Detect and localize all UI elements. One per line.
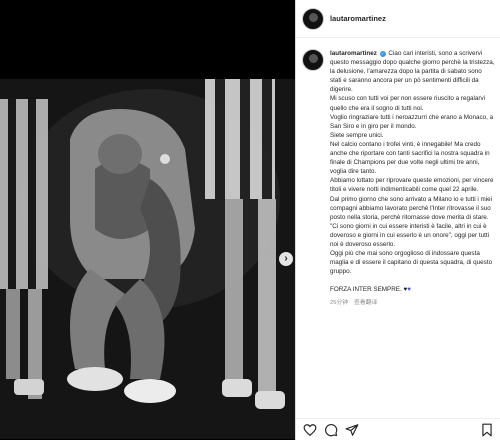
- author-username[interactable]: lautaromartinez: [330, 14, 386, 23]
- caption-closing-line: FORZA INTER SEMPRE. ♥♥: [330, 285, 495, 294]
- see-translation-link[interactable]: 查看翻译: [354, 300, 377, 306]
- paper-plane-icon[interactable]: [345, 423, 359, 437]
- caption-line-4: Nel calcio contano i trofei vinti, è inn…: [330, 140, 490, 176]
- photo-illustration: [0, 79, 295, 439]
- heart-icon[interactable]: [303, 423, 317, 437]
- caption-avatar[interactable]: [302, 49, 324, 71]
- caption-line-6: Dal primo giorno che sono arrivato a Mil…: [330, 195, 493, 221]
- comment-icon[interactable]: [324, 423, 338, 437]
- post-timestamp: 25分钟: [330, 300, 349, 307]
- caption-line-5: Abbiamo lottato per riprovare queste emo…: [330, 177, 494, 194]
- author-avatar[interactable]: [302, 7, 324, 30]
- hearts-emoji: ♥♥: [403, 286, 411, 293]
- caption-line-8: Oggi più che mai sono orgoglioso di indo…: [330, 250, 493, 276]
- action-bar: [296, 418, 500, 440]
- caption-username[interactable]: lautaromartinez: [330, 50, 377, 57]
- post-meta: 25分钟 查看翻译: [330, 299, 495, 308]
- next-photo-button[interactable]: ›: [279, 252, 293, 266]
- caption-paragraph-1: lautaromartinez ✓ Ciao cari interisti, s…: [330, 49, 495, 94]
- caption-line-1: Mi scuso con tutti voi per non essere ri…: [330, 95, 486, 112]
- caption-body: lautaromartinez ✓ Ciao cari interisti, s…: [330, 49, 495, 309]
- post-header: lautaromartinez: [296, 0, 500, 38]
- post-photo[interactable]: [0, 79, 295, 439]
- post-media-pane: ›: [0, 0, 295, 440]
- blue-heart-icon: ♥: [407, 286, 411, 294]
- caption-closing: FORZA INTER SEMPRE.: [330, 286, 402, 294]
- caption-line-7: "Ci sono giorni in cui essere interisti …: [330, 222, 490, 248]
- comments-area: lautaromartinez ✓ Ciao cari interisti, s…: [296, 49, 500, 381]
- verified-badge-icon: ✓: [379, 51, 386, 57]
- bookmark-icon[interactable]: [480, 423, 494, 437]
- caption-line-3: Siete sempre unici.: [330, 131, 384, 139]
- post-side-pane: lautaromartinez lautaromartinez ✓ Ciao c…: [295, 0, 500, 440]
- caption-line-2: Voglio ringraziare tutti i neroazzurri c…: [330, 113, 494, 130]
- caption-row: lautaromartinez ✓ Ciao cari interisti, s…: [302, 49, 495, 309]
